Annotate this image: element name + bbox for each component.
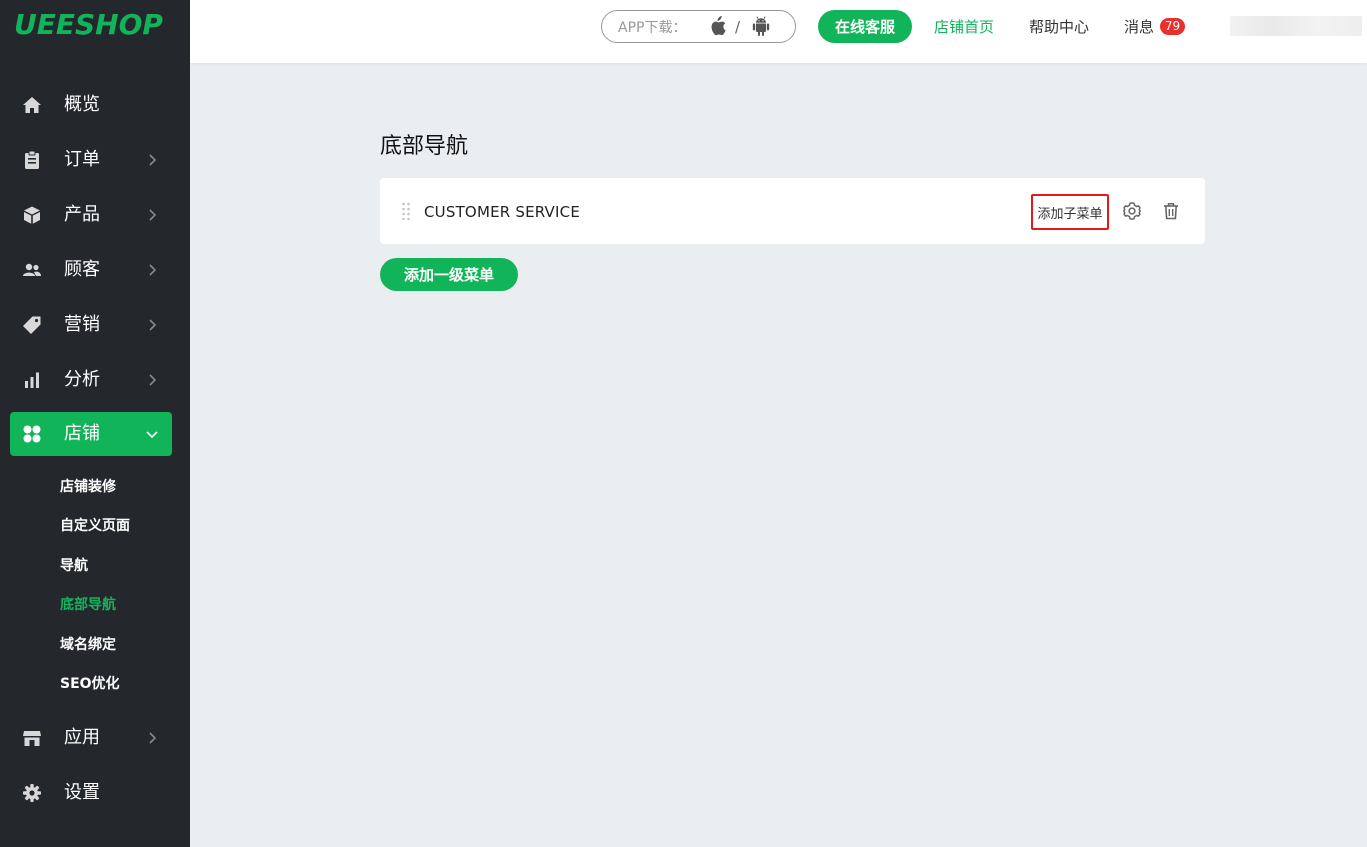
- chevron-right-icon: [142, 728, 162, 748]
- android-icon[interactable]: [752, 16, 770, 40]
- user-account[interactable]: [1230, 16, 1362, 36]
- sidebar-item-label: 顾客: [64, 259, 100, 280]
- sidebar-item-label: 概览: [64, 94, 100, 115]
- sidebar-subitem-footer-navigation[interactable]: 底部导航: [60, 595, 116, 615]
- help-center-link[interactable]: 帮助中心: [1029, 17, 1089, 37]
- store-icon: [22, 728, 42, 748]
- brand-logo[interactable]: UEESHOP: [14, 8, 163, 41]
- delete-trash-icon[interactable]: [1161, 201, 1181, 221]
- sidebar-item-apps[interactable]: 应用: [10, 716, 172, 760]
- sidebar-subitem-domain-binding[interactable]: 域名绑定: [60, 635, 116, 655]
- online-service-button[interactable]: 在线客服: [818, 10, 912, 43]
- gear-icon: [22, 783, 42, 803]
- add-submenu-button[interactable]: 添加子菜单: [1031, 194, 1109, 230]
- top-header: APP下载： / 在线客服 店铺首页 帮助中心 消息 79: [190, 0, 1367, 63]
- sidebar: UEESHOP 概览 订单 产品 顾客 营销 分析 店铺 店铺装修 自定义页面 …: [0, 0, 190, 847]
- box-icon: [22, 205, 42, 225]
- chevron-right-icon: [142, 260, 162, 280]
- grid-icon: [22, 424, 42, 444]
- sidebar-item-products[interactable]: 产品: [10, 193, 172, 237]
- sidebar-item-label: 应用: [64, 727, 100, 748]
- sidebar-item-analytics[interactable]: 分析: [10, 358, 172, 402]
- chevron-down-icon: [142, 424, 162, 444]
- messages-link[interactable]: 消息: [1124, 17, 1154, 37]
- separator: /: [735, 18, 741, 36]
- sidebar-subitem-seo[interactable]: SEO优化: [60, 674, 120, 694]
- sidebar-item-overview[interactable]: 概览: [10, 83, 172, 127]
- sidebar-item-label: 订单: [64, 149, 100, 170]
- chevron-right-icon: [142, 370, 162, 390]
- settings-gear-icon[interactable]: [1122, 201, 1142, 221]
- sidebar-item-settings[interactable]: 设置: [10, 771, 172, 815]
- store-home-link[interactable]: 店铺首页: [934, 17, 994, 37]
- sidebar-item-label: 设置: [64, 782, 100, 803]
- menu-name: CUSTOMER SERVICE: [424, 203, 580, 221]
- home-icon: [22, 95, 42, 115]
- sidebar-item-customers[interactable]: 顾客: [10, 248, 172, 292]
- chevron-right-icon: [142, 205, 162, 225]
- sidebar-subitem-custom-pages[interactable]: 自定义页面: [60, 516, 130, 536]
- chevron-right-icon: [142, 315, 162, 335]
- sidebar-item-store[interactable]: 店铺: [10, 412, 172, 456]
- sidebar-subitem-navigation[interactable]: 导航: [60, 556, 88, 576]
- app-download: APP下载： /: [601, 10, 796, 43]
- sidebar-item-label: 营销: [64, 314, 100, 335]
- apple-icon[interactable]: [708, 16, 726, 40]
- clipboard-icon: [22, 150, 42, 170]
- sidebar-item-label: 产品: [64, 204, 100, 225]
- tag-icon: [22, 315, 42, 335]
- add-top-menu-button[interactable]: 添加一级菜单: [380, 258, 518, 291]
- chevron-right-icon: [142, 150, 162, 170]
- users-icon: [22, 260, 42, 280]
- bar-chart-icon: [22, 370, 42, 390]
- messages-count-badge: 79: [1160, 18, 1185, 35]
- app-download-label: APP下载：: [618, 19, 687, 36]
- sidebar-item-orders[interactable]: 订单: [10, 138, 172, 182]
- sidebar-subitem-store-decoration[interactable]: 店铺装修: [60, 477, 116, 497]
- footer-menu-row: CUSTOMER SERVICE 添加子菜单: [380, 178, 1205, 244]
- drag-handle-icon[interactable]: [401, 202, 411, 221]
- page-title: 底部导航: [380, 134, 469, 159]
- sidebar-item-label: 店铺: [64, 423, 100, 444]
- sidebar-item-marketing[interactable]: 营销: [10, 303, 172, 347]
- sidebar-item-label: 分析: [64, 369, 100, 390]
